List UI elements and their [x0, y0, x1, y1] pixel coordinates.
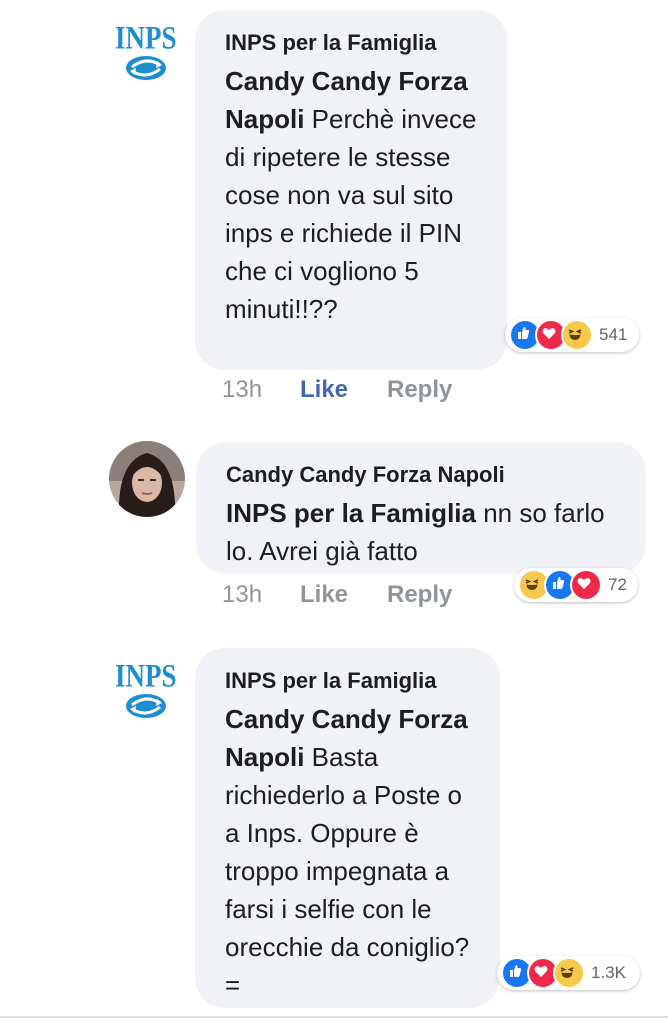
comment-bubble: Candy Candy Forza Napoli INPS per la Fam… — [196, 442, 646, 574]
reply-button[interactable]: Reply — [387, 581, 452, 609]
comment-bubble: INPS per la Famiglia Candy Candy Forza N… — [195, 10, 507, 370]
haha-reaction-icon — [553, 957, 585, 989]
reaction-summary[interactable]: 541 — [505, 318, 639, 352]
love-reaction-icon — [570, 569, 602, 601]
reaction-count: 72 — [608, 575, 627, 594]
like-button[interactable]: Like — [300, 376, 348, 404]
comment-author[interactable]: Candy Candy Forza Napoli — [226, 460, 616, 490]
user-avatar[interactable] — [109, 441, 185, 517]
comment-text: Candy Candy Forza Napoli Basta richieder… — [225, 704, 470, 1000]
comment-text: INPS per la Famiglia nn so farlo lo. Avr… — [226, 498, 605, 566]
comment-text: Candy Candy Forza Napoli Perchè invece d… — [225, 66, 477, 324]
inps-logo-icon: INPS — [115, 657, 177, 718]
haha-reaction-icon — [561, 319, 593, 351]
svg-text:INPS: INPS — [115, 657, 176, 694]
reaction-count: 1.3K — [591, 963, 626, 982]
timestamp[interactable]: 13h — [222, 581, 262, 609]
reply-button[interactable]: Reply — [387, 376, 452, 404]
svg-text:INPS: INPS — [115, 19, 176, 56]
like-button[interactable]: Like — [300, 581, 348, 609]
reaction-summary[interactable]: 72 — [514, 568, 638, 602]
inps-logo-icon: INPS — [115, 19, 177, 80]
timestamp[interactable]: 13h — [222, 376, 262, 404]
divider — [0, 1016, 668, 1018]
comment-actions: 13h Like Reply — [222, 376, 522, 406]
inps-avatar[interactable]: INPS — [108, 650, 184, 726]
comment-author[interactable]: INPS per la Famiglia — [225, 28, 477, 58]
profile-photo — [109, 441, 185, 517]
reaction-count: 541 — [599, 325, 628, 344]
comment-bubble: INPS per la Famiglia Candy Candy Forza N… — [195, 648, 500, 1008]
comment-actions: 13h Like Reply — [222, 581, 522, 611]
comment-author[interactable]: INPS per la Famiglia — [225, 666, 470, 696]
reaction-summary[interactable]: 1.3K — [497, 956, 640, 990]
inps-avatar[interactable]: INPS — [108, 12, 184, 88]
mention-link[interactable]: INPS per la Famiglia — [226, 498, 476, 528]
